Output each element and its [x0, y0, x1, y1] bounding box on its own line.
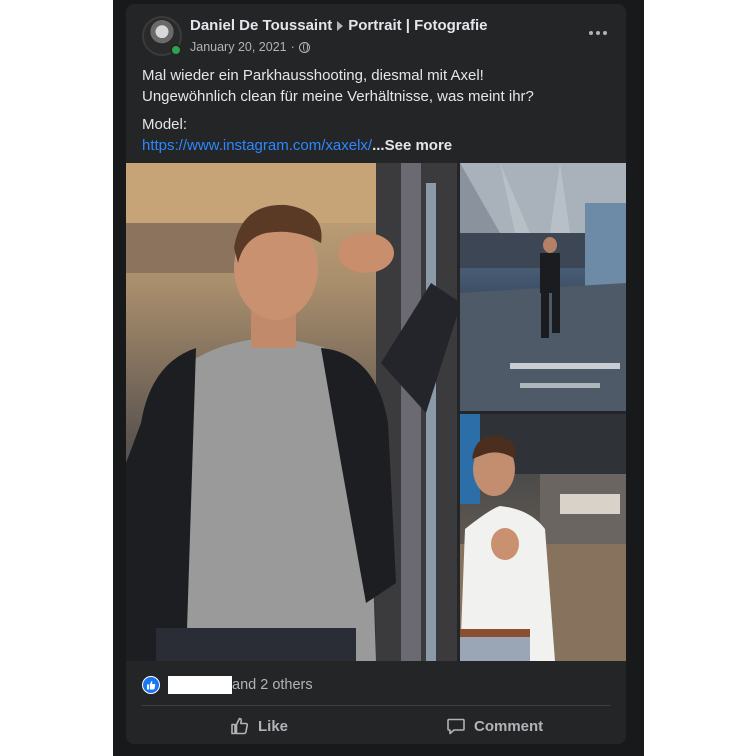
like-reaction-icon: [142, 676, 160, 694]
comment-label: Comment: [474, 717, 544, 735]
model-line: https://www.instagram.com/xaxelx/...See …: [142, 135, 612, 156]
photo-portrait-white-shirt[interactable]: [460, 414, 626, 661]
like-button[interactable]: Like: [230, 714, 288, 738]
meta-separator: ·: [290, 40, 295, 54]
model-link[interactable]: https://www.instagram.com/xaxelx/: [142, 137, 372, 154]
like-label: Like: [258, 717, 289, 735]
online-status-icon: [170, 44, 182, 56]
comment-button[interactable]: Comment: [446, 714, 543, 738]
post-card: Daniel De Toussaint Portrait | Fotografi…: [126, 4, 626, 744]
post-body: Mal wieder ein Parkhausshooting, diesmal…: [142, 65, 612, 156]
model-label: Model:: [142, 116, 188, 133]
post-text-line: Mal wieder ein Parkhausshooting, diesmal…: [142, 67, 484, 84]
reaction-others-text: and 2 others: [232, 677, 313, 693]
redacted-name: [168, 676, 232, 694]
more-options-icon[interactable]: [584, 26, 612, 40]
post-header: Daniel De Toussaint Portrait | Fotografi…: [190, 17, 487, 34]
post-date[interactable]: January 20, 2021: [190, 40, 287, 54]
see-more-ellipsis: ...: [372, 137, 385, 154]
divider: [142, 705, 610, 706]
photo-portrait-leather-jacket[interactable]: [126, 163, 457, 661]
photo-parking-garage-walking[interactable]: [460, 163, 626, 411]
post-meta: January 20, 2021 ·: [190, 40, 310, 54]
thumbs-up-icon: [231, 717, 249, 735]
reaction-summary[interactable]: and 2 others: [142, 675, 313, 695]
arrow-right-icon: [337, 20, 344, 31]
photo-grid: [126, 163, 626, 661]
see-more-button[interactable]: See more: [385, 137, 453, 154]
post-text-line: Ungewöhnlich clean für meine Verhältniss…: [142, 88, 534, 105]
author-name[interactable]: Daniel De Toussaint: [190, 17, 332, 34]
comment-icon: [447, 718, 465, 735]
globe-icon[interactable]: [298, 41, 310, 53]
page-name[interactable]: Portrait | Fotografie: [348, 17, 487, 34]
